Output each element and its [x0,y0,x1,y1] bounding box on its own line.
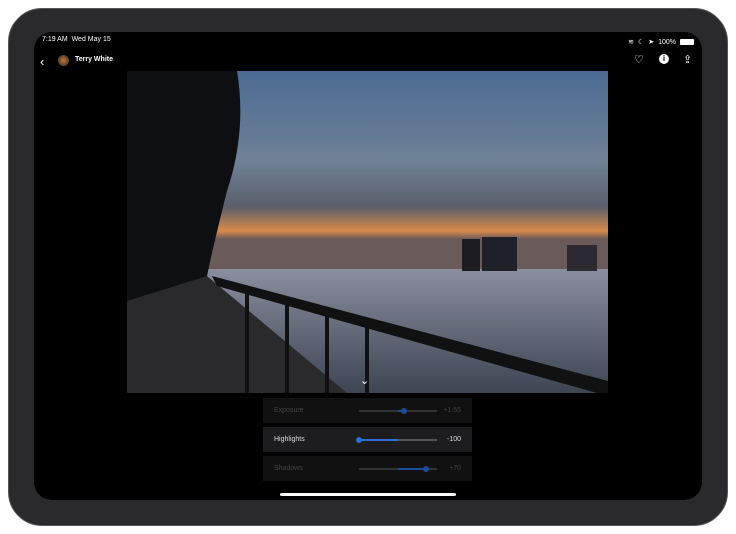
slider-value: +1.55 [443,407,461,414]
slider-track[interactable] [356,436,437,443]
photo[interactable] [127,71,608,393]
battery-icon [680,39,694,45]
home-indicator[interactable] [280,493,456,496]
moon-icon: ☾ [637,39,645,46]
screen: 7:19 AM Wed May 15 ≋ ☾ ➤ 100% ‹ Terry White… [34,32,702,500]
status-bar: 7:19 AM Wed May 15 ≋ ☾ ➤ 100% [42,36,694,48]
slider-label: Exposure [274,407,304,414]
slider-label: Shadows [274,465,303,472]
heart-icon[interactable]: ♡ [634,53,644,66]
avatar [58,55,69,66]
slider-thumb[interactable] [401,407,408,414]
info-icon[interactable]: i [659,54,669,64]
user-name: Terry White [75,56,113,63]
status-time: 7:19 AM [42,36,68,43]
status-date: Wed May 15 [71,36,111,43]
slider-shadows[interactable]: Shadows +70 [263,456,472,481]
slider-value: +70 [449,465,461,472]
battery-percent: 100% [658,38,676,46]
slider-track[interactable] [359,407,437,414]
top-bar: ‹ Terry White ♡ i ⇪ [34,52,702,72]
slider-thumb[interactable] [423,465,430,472]
share-icon[interactable]: ⇪ [683,53,692,66]
slider-label: Highlights [274,436,305,443]
slider-exposure[interactable]: Exposure +1.55 [263,398,472,423]
slider-thumb[interactable] [356,436,362,443]
collapse-chevron-icon[interactable]: ⌄ [360,374,369,387]
back-button[interactable]: ‹ [40,54,44,69]
slider-track[interactable] [359,465,437,472]
slider-value: -100 [446,436,461,443]
location-icon: ➤ [648,39,655,46]
slider-highlights[interactable]: Highlights -100 [263,427,472,452]
wifi-icon: ≋ [628,39,634,46]
